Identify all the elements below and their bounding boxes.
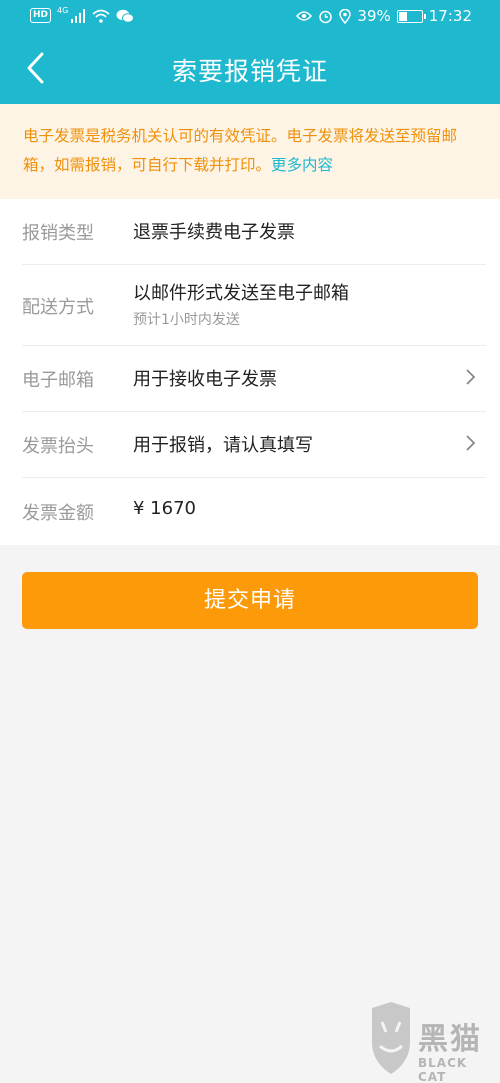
delivery-method-value: 以邮件形式发送至电子邮箱 xyxy=(133,283,349,304)
chevron-right-icon xyxy=(466,435,476,451)
notice-text: 电子发票是税务机关认可的有效凭证。电子发票将发送至预留邮箱，如需报销，可自行下载… xyxy=(23,127,458,174)
invoice-amount-row: 发票金额 ¥ 1670 xyxy=(0,478,500,545)
email-field[interactable]: 用于接收电子发票 xyxy=(133,365,277,391)
notice-banner: 电子发票是税务机关认可的有效凭证。电子发票将发送至预留邮箱，如需报销，可自行下载… xyxy=(0,104,500,199)
watermark-text: 黑猫 xyxy=(418,1022,482,1057)
reimbursement-type-value: 退票手续费电子发票 xyxy=(133,222,295,243)
status-bar: HD 4G 39% 17:32 xyxy=(0,0,500,34)
email-label: 电子邮箱 xyxy=(22,370,94,391)
invoice-amount-label: 发票金额 xyxy=(22,503,94,524)
eye-icon xyxy=(296,11,313,21)
delivery-method-row: 配送方式 以邮件形式发送至电子邮箱 预计1小时内发送 xyxy=(0,265,500,346)
more-content-link[interactable]: 更多内容 xyxy=(271,156,333,174)
invoice-title-row[interactable]: 发票抬头 用于报销，请认真填写 xyxy=(0,412,500,478)
chevron-right-icon xyxy=(466,369,476,385)
page-title: 索要报销凭证 xyxy=(171,57,328,86)
battery-fill xyxy=(398,11,407,21)
hd-badge: HD xyxy=(30,8,52,23)
watermark: 黑猫 BLACK CAT xyxy=(366,1000,494,1083)
delivery-method-label: 配送方式 xyxy=(22,297,94,318)
reimbursement-type-row: 报销类型 退票手续费电子发票 xyxy=(0,199,500,265)
delivery-method-note: 预计1小时内发送 xyxy=(133,312,240,328)
watermark-subtext: BLACK CAT xyxy=(418,1056,468,1083)
wifi-icon xyxy=(92,9,110,23)
top-bar: HD 4G 39% 17:32 索要报销凭证 xyxy=(0,0,500,104)
black-cat-logo-icon xyxy=(372,1002,410,1074)
invoice-title-label: 发票抬头 xyxy=(22,436,94,457)
network-label: 4G xyxy=(57,6,69,15)
invoice-amount-value: ¥ 1670 xyxy=(133,498,196,519)
status-time: 17:32 xyxy=(428,7,472,25)
status-left: HD 4G xyxy=(30,6,135,23)
wechat-icon xyxy=(116,9,135,23)
submit-button[interactable]: 提交申请 xyxy=(22,572,478,629)
status-right: 39% 17:32 xyxy=(296,7,472,25)
invoice-title-field[interactable]: 用于报销，请认真填写 xyxy=(133,431,313,457)
reimbursement-type-label: 报销类型 xyxy=(22,223,94,244)
battery-percent: 39% xyxy=(357,7,391,25)
signal-icon xyxy=(71,8,86,23)
invoice-form: 报销类型 退票手续费电子发票 配送方式 以邮件形式发送至电子邮箱 预计1小时内发… xyxy=(0,199,500,545)
nav-bar: 索要报销凭证 xyxy=(0,34,500,104)
email-row[interactable]: 电子邮箱 用于接收电子发票 xyxy=(0,346,500,412)
alarm-icon xyxy=(319,10,333,23)
battery-icon xyxy=(396,9,426,23)
location-icon xyxy=(339,8,352,24)
